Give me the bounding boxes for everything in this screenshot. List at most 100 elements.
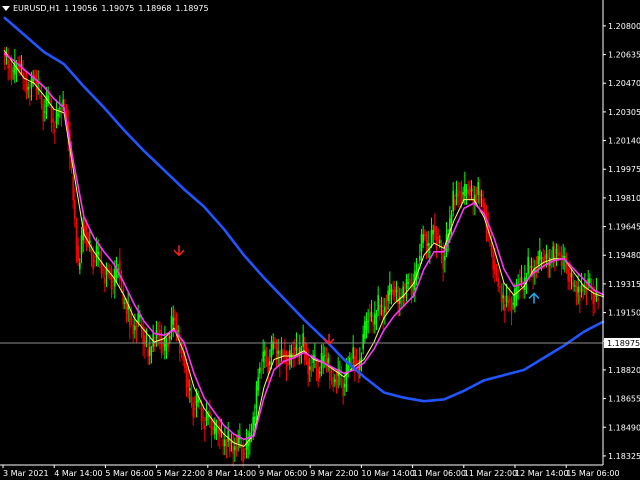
- candle-body: [459, 190, 461, 193]
- candle-body: [294, 347, 296, 355]
- candle-body: [407, 282, 409, 284]
- candle-body: [40, 95, 43, 105]
- candle-body: [277, 350, 279, 354]
- candle-body: [135, 325, 138, 331]
- price-tick-label: 1.20800: [608, 22, 640, 31]
- candle-body: [562, 256, 564, 258]
- candle-body: [215, 428, 218, 432]
- time-tick-label: 15 Mar 06:00: [566, 469, 619, 478]
- candle-body: [12, 70, 14, 72]
- candle-body: [267, 361, 269, 374]
- candle-body: [52, 118, 54, 122]
- candle-body: [392, 289, 394, 296]
- candle-body: [129, 312, 131, 328]
- candle-body: [224, 439, 226, 447]
- candle-body: [559, 251, 561, 255]
- candle-body: [7, 60, 9, 69]
- candle-body: [569, 272, 571, 282]
- candle-body: [284, 350, 286, 356]
- candle-body: [149, 346, 151, 357]
- candle-body: [470, 188, 473, 192]
- candle-body: [422, 234, 424, 244]
- candle-body: [594, 295, 596, 302]
- triangle-down-icon[interactable]: [2, 5, 10, 11]
- candle-body: [545, 253, 548, 259]
- candle-body: [472, 197, 474, 204]
- candle-body: [479, 190, 481, 204]
- candle-body: [405, 279, 408, 290]
- candle-body: [394, 286, 396, 297]
- candle-body: [190, 396, 193, 403]
- candle-body: [234, 446, 236, 450]
- candle-body: [497, 277, 499, 287]
- candle-body: [420, 234, 423, 252]
- candle-body: [395, 289, 398, 293]
- candle-body: [577, 286, 579, 293]
- candle-body: [500, 292, 503, 303]
- candle-body: [42, 104, 44, 122]
- candle-body: [145, 340, 148, 343]
- candle-body: [104, 277, 106, 284]
- candle-body: [187, 379, 189, 387]
- candle-body: [382, 309, 384, 317]
- candle-body: [499, 286, 501, 289]
- candle-body: [289, 350, 291, 365]
- candle-body: [265, 358, 268, 362]
- candle-body: [269, 361, 271, 365]
- candle-body: [444, 255, 446, 261]
- candle-body: [530, 266, 533, 268]
- current-price-label: 1.18975: [607, 339, 640, 348]
- candle-body: [60, 107, 63, 115]
- candle-body: [430, 229, 433, 244]
- candle-body: [10, 67, 13, 80]
- time-tick-label: 3 Mar 2021: [3, 469, 49, 478]
- candle-body: [505, 296, 508, 303]
- price-chart[interactable]: 1.20800 1.20635 1.20470 1.20305 1.20140 1.199…: [0, 0, 640, 480]
- candle-body: [469, 185, 471, 196]
- candle-body: [579, 295, 581, 301]
- candle-body: [482, 199, 484, 208]
- candle-body: [174, 317, 176, 321]
- candle-body: [442, 254, 444, 270]
- candle-body: [264, 350, 266, 357]
- candle-body: [464, 183, 466, 197]
- candle-body: [219, 425, 221, 437]
- candle-body: [434, 225, 436, 232]
- candle-body: [432, 229, 434, 235]
- time-tick-label: 9 Mar 06:00: [259, 469, 307, 478]
- candle-body: [79, 263, 81, 270]
- candle-body: [495, 269, 498, 271]
- candle-body: [280, 349, 283, 357]
- candle-body: [575, 289, 578, 297]
- candle-body: [77, 245, 79, 261]
- candle-body: [589, 278, 591, 284]
- candle-body: [340, 378, 343, 383]
- candle-body: [467, 189, 469, 195]
- price-tick-label: 1.19810: [608, 194, 640, 203]
- price-tick-label: 1.18325: [608, 452, 640, 461]
- candle-body: [164, 337, 166, 351]
- candle-body: [334, 379, 336, 383]
- candle-body: [510, 301, 513, 314]
- candle-body: [207, 415, 209, 417]
- candle-body: [327, 357, 329, 363]
- candle-body: [520, 277, 523, 282]
- close-value: 1.18975: [175, 3, 209, 13]
- candle-body: [310, 366, 313, 372]
- candle-body: [97, 251, 99, 255]
- candle-body: [197, 399, 199, 403]
- candle-body: [555, 248, 558, 255]
- candle-body: [90, 248, 93, 255]
- price-tick-label: 1.19480: [608, 251, 640, 260]
- candle-body: [29, 95, 31, 97]
- candle-body: [134, 325, 136, 330]
- chart-window[interactable]: 1.20800 1.20635 1.20470 1.20305 1.20140 1.199…: [0, 0, 640, 480]
- candle-body: [455, 189, 458, 197]
- low-value: 1.18968: [138, 3, 172, 13]
- candle-body: [364, 321, 366, 339]
- candle-body: [147, 349, 149, 357]
- candle-body: [319, 371, 321, 374]
- high-value: 1.19075: [101, 3, 135, 13]
- candle-body: [582, 289, 584, 291]
- candle-body: [255, 386, 258, 409]
